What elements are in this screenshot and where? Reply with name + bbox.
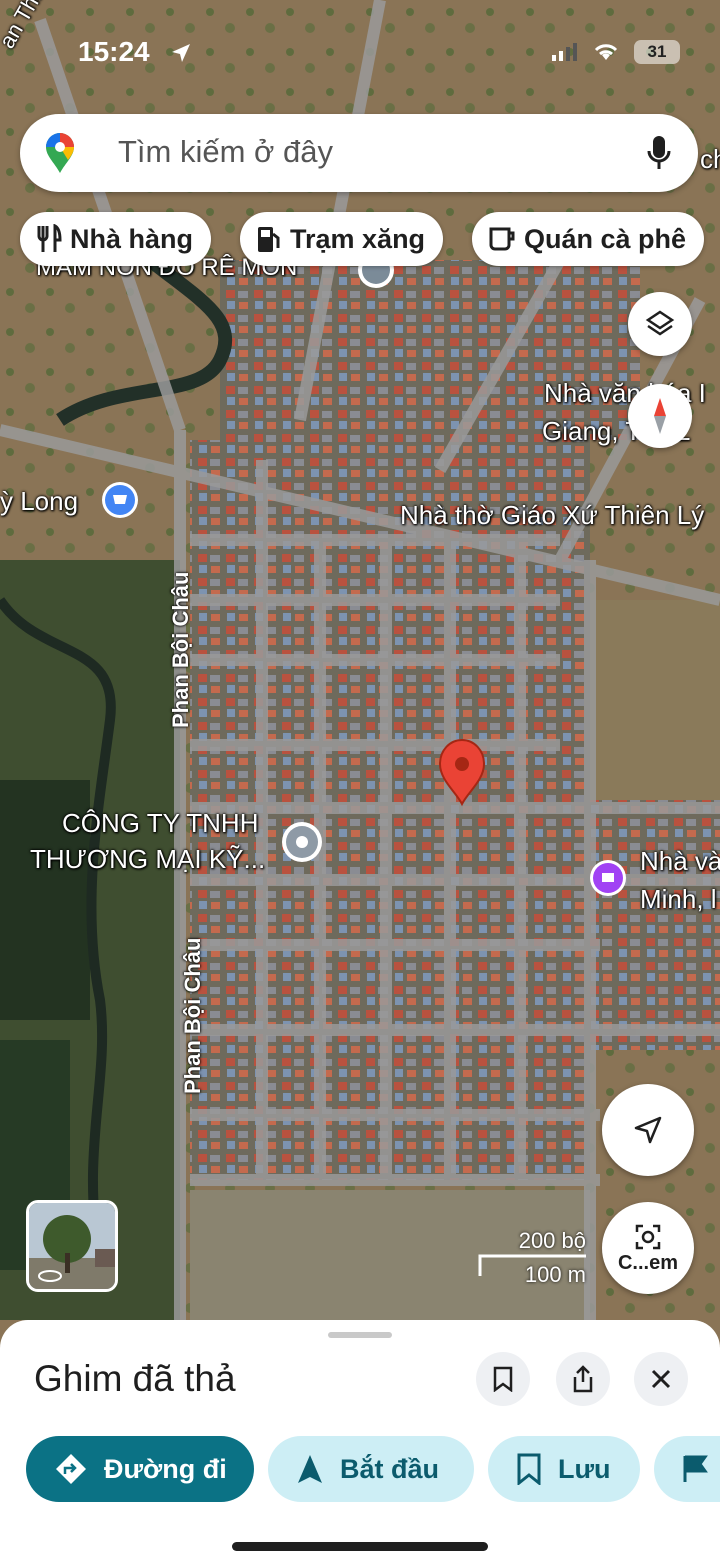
home-indicator[interactable] (232, 1542, 488, 1551)
wifi-icon (594, 44, 618, 60)
microphone-icon[interactable] (646, 134, 672, 172)
chip-gas-stations-label: Trạm xăng (290, 223, 426, 254)
start-label: Bắt đầu (340, 1453, 440, 1484)
scale-meters: 100 m (524, 1262, 586, 1287)
my-location-button[interactable] (602, 1084, 694, 1176)
chip-coffee-label: Quán cà phê (524, 223, 687, 254)
close-button[interactable] (634, 1352, 688, 1406)
map-label-shop[interactable]: ỳ Long (0, 486, 78, 517)
search-input[interactable]: Tìm kiếm ở đây (118, 134, 333, 170)
map-label-church[interactable]: Nhà thờ Giáo Xứ Thiên Lý (400, 500, 704, 531)
start-button[interactable]: Bắt đầu (268, 1436, 474, 1502)
compass-icon (654, 398, 666, 434)
map-label-company-1[interactable]: CÔNG TY TNHH (62, 808, 258, 839)
map-label-partial-right: ch (700, 144, 720, 174)
bookmark-icon (517, 1453, 541, 1485)
save-bookmark-button[interactable] (476, 1352, 530, 1406)
chip-restaurants[interactable]: Nhà hàng (20, 212, 212, 266)
scale-feet: 200 bộ (518, 1228, 586, 1253)
sheet-title: Ghim đã thả (34, 1358, 236, 1399)
location-arrow-icon (172, 44, 190, 62)
map-label-culture-house-4[interactable]: Minh, l (640, 884, 717, 915)
directions-label: Đường đi (104, 1453, 227, 1484)
map-scale: 200 bộ 100 m (478, 1228, 588, 1288)
lens-button[interactable]: C...em (602, 1202, 694, 1294)
signal-icon (552, 43, 577, 61)
chip-restaurants-label: Nhà hàng (70, 223, 194, 254)
flag-button[interactable] (654, 1436, 720, 1502)
map-label-company-2[interactable]: THƯƠNG MẠI KỸ... (30, 844, 265, 875)
flag-icon (683, 1455, 708, 1482)
rotate-360-icon (38, 1270, 62, 1282)
directions-button[interactable]: Đường đi (26, 1436, 254, 1502)
company-poi-marker (282, 822, 322, 862)
directions-icon (56, 1454, 86, 1484)
battery-indicator: 31 (634, 40, 680, 64)
place-bottom-sheet[interactable]: Ghim đã thả Đường đi Bắt đầu Lưu (0, 1320, 720, 1564)
sheet-drag-handle[interactable] (328, 1332, 392, 1338)
share-button[interactable] (556, 1352, 610, 1406)
status-bar: 15:24 31 (0, 30, 720, 76)
coffee-icon (489, 227, 515, 251)
navigation-arrow-icon (298, 1455, 322, 1483)
status-time: 15:24 (78, 36, 150, 67)
google-maps-pin-icon (46, 133, 74, 173)
navigation-arrow-icon (634, 1116, 662, 1144)
camera-search-icon (635, 1224, 661, 1249)
compass-button[interactable] (628, 384, 692, 448)
gas-station-icon (258, 227, 280, 252)
save-label: Lưu (558, 1453, 611, 1484)
restaurant-icon (37, 224, 62, 252)
share-icon (573, 1365, 593, 1393)
shopping-poi-marker (102, 482, 138, 518)
chip-gas-stations[interactable]: Trạm xăng (240, 212, 444, 266)
layers-button[interactable] (628, 292, 692, 356)
street-view-thumbnail[interactable] (26, 1200, 118, 1292)
lens-button-label: C...em (617, 1251, 679, 1274)
map-label-culture-house-3[interactable]: Nhà và (640, 846, 720, 877)
road-label-phan-boi-chau-1: Phan Bội Châu (168, 571, 193, 728)
road-label-phan-boi-chau-2: Phan Bội Châu (180, 937, 205, 1094)
chip-coffee[interactable]: Quán cà phê (472, 212, 705, 266)
bookmark-icon (493, 1366, 513, 1392)
search-bar[interactable]: Tìm kiếm ở đây (20, 114, 698, 192)
save-button[interactable]: Lưu (488, 1436, 640, 1502)
culture-poi-marker (590, 860, 626, 896)
layers-icon (645, 310, 675, 336)
close-icon (651, 1369, 671, 1389)
